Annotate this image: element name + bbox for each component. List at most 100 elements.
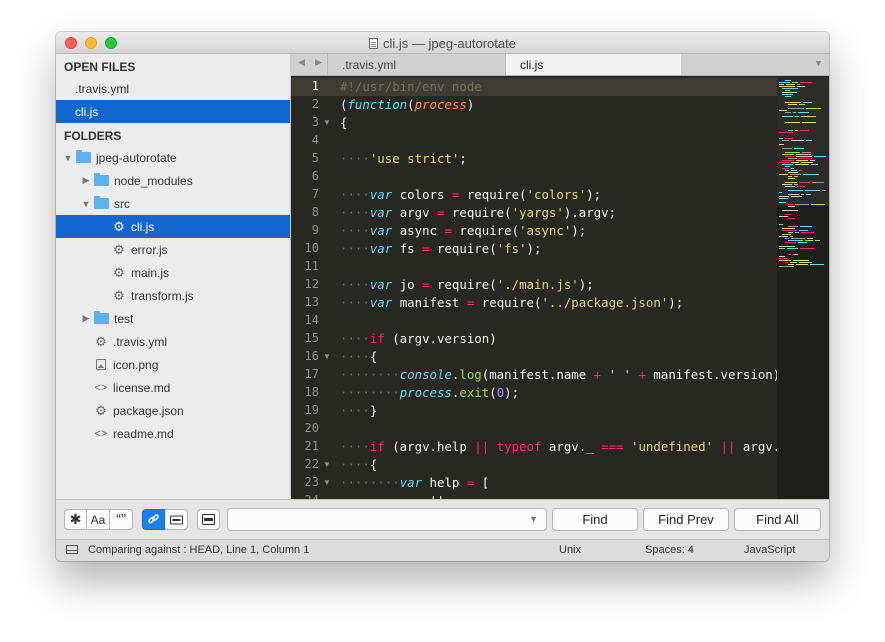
disclosure-expanded-icon[interactable]: ▼ [63, 153, 73, 163]
open-file-travis-yml[interactable]: .travis.yml [56, 77, 290, 100]
line-endings-indicator[interactable]: Unix [559, 544, 581, 556]
minimap-stroke [795, 204, 809, 205]
minimap-stroke [779, 196, 789, 197]
code-token-plain: manifest.version); [645, 367, 777, 382]
window-title: cli.js — jpeg-autorotate [369, 32, 516, 54]
fold-arrow-icon[interactable]: ▼ [323, 118, 331, 127]
find-all-button[interactable]: Find All [734, 508, 821, 531]
highlight-matches-toggle[interactable] [197, 509, 220, 530]
minimap-stroke [788, 130, 793, 131]
minimap[interactable] [777, 76, 829, 499]
find-prev-button[interactable]: Find Prev [643, 508, 729, 531]
line-number: 18 [304, 385, 319, 399]
code-area[interactable]: #!/usr/bin/env node (function(process){··… [340, 76, 777, 499]
code-line: ····if (argv.version) [340, 330, 497, 348]
minimap-stroke [788, 178, 795, 179]
minimap-stroke [788, 206, 795, 207]
disclosure-collapsed-icon[interactable]: ▶ [81, 313, 91, 324]
minimap-stroke [788, 204, 793, 205]
code-token-plain: (manifest.name [481, 367, 594, 382]
line-number: 8 [311, 205, 319, 219]
code-token-storage: var [369, 187, 393, 202]
minimap-stroke [798, 242, 807, 243]
indentation-indicator[interactable]: Spaces: 4 [645, 544, 694, 556]
code-line: ········process.exit(0); [340, 384, 519, 402]
tree-file-travis-yml[interactable]: ⚙ .travis.yml [56, 330, 290, 353]
tree-file-cli-js[interactable]: ⚙ cli.js [56, 215, 290, 238]
tree-file-icon-png[interactable]: icon.png [56, 353, 290, 376]
code-token-guide: ···· [340, 439, 370, 454]
tree-file-transform-js[interactable]: ⚙ transform.js [56, 284, 290, 307]
tree-file-error-js[interactable]: ⚙ error.js [56, 238, 290, 261]
code-token-plain: { [369, 349, 378, 364]
code-token-plain: argv._ [541, 439, 602, 454]
open-file-cli-js[interactable]: cli.js [56, 100, 290, 123]
tree-folder-test[interactable]: ▶ test [56, 307, 290, 330]
line-number: 14 [304, 313, 319, 327]
minimap-stroke [796, 154, 811, 155]
minimap-stroke [799, 230, 808, 231]
syntax-indicator[interactable]: JavaScript [744, 544, 795, 556]
minimap-stroke [788, 240, 803, 241]
find-input[interactable]: ▼ [227, 508, 547, 531]
minimap-stroke [796, 264, 808, 265]
code-token-keyword: = [422, 241, 430, 256]
panel-toggle-icon[interactable] [66, 545, 78, 554]
fold-arrow-icon[interactable]: ▼ [323, 352, 331, 361]
tree-folder-jpeg-autorotate[interactable]: ▼ jpeg-autorotate [56, 146, 290, 169]
minimap-stroke [807, 238, 813, 239]
tab-forward-icon[interactable]: ▶ [315, 57, 322, 68]
tree-item-label: main.js [131, 265, 170, 280]
code-token-string: 'fs' [496, 241, 527, 256]
in-selection-toggle[interactable] [165, 509, 188, 530]
code-token-guide: ···· [340, 205, 370, 220]
minimap-stroke [782, 154, 794, 155]
minimap-stroke [800, 82, 812, 83]
tree-file-main-js[interactable]: ⚙ main.js [56, 261, 290, 284]
wrap-toggle[interactable] [142, 509, 165, 530]
tree-item-label: .travis.yml [113, 334, 167, 349]
tree-file-package-json[interactable]: ⚙ package.json [56, 399, 290, 422]
code-token-storage: var [369, 295, 393, 310]
regex-toggle[interactable]: ✱ [64, 509, 87, 530]
tree-folder-src[interactable]: ▼ src [56, 192, 290, 215]
minimap-stroke [779, 236, 788, 237]
case-sensitive-toggle[interactable]: Aa [87, 509, 110, 530]
tree-file-license-md[interactable]: <> license.md [56, 376, 290, 399]
disclosure-collapsed-icon[interactable]: ▶ [81, 175, 91, 186]
find-button[interactable]: Find [552, 508, 638, 531]
minimap-stroke [791, 168, 794, 169]
whole-word-toggle[interactable]: “” [110, 509, 133, 530]
minimap-stroke [810, 160, 815, 161]
minimap-stroke [782, 116, 793, 117]
tree-folder-node-modules[interactable]: ▶ node_modules [56, 169, 290, 192]
tab-list-dropdown-icon[interactable]: ▼ [814, 58, 823, 68]
code-token-comment: #!/usr/bin/env node [340, 79, 482, 94]
disclosure-expanded-icon[interactable]: ▼ [81, 199, 91, 209]
minimap-stroke [799, 158, 812, 159]
line-number: 3 [311, 115, 319, 129]
code-editor[interactable]: 1 2 3 ▼ 4 5 6 7 8 9 10 11 12 13 14 15 16 ▼ 17 18 19 20 21 22 ▼ 23… [291, 76, 829, 499]
minimap-stroke [788, 264, 794, 265]
line-number: 21 [304, 439, 319, 453]
minimap-stroke [785, 170, 789, 171]
code-token-string: 'use strict' [369, 151, 460, 166]
zoom-window-button[interactable] [105, 37, 117, 49]
tab-travis-yml[interactable]: .travis.yml [327, 54, 505, 75]
tree-file-readme-md[interactable]: <> readme.md [56, 422, 290, 445]
code-line: ····} [340, 402, 377, 420]
tree-item-label: readme.md [113, 426, 174, 441]
minimap-stroke [805, 190, 820, 191]
gear-icon: ⚙ [113, 287, 125, 303]
tab-cli-js[interactable]: cli.js [505, 54, 681, 75]
close-window-button[interactable] [65, 37, 77, 49]
code-token-function: log [459, 367, 482, 382]
minimize-window-button[interactable] [85, 37, 97, 49]
minimap-stroke [779, 246, 795, 247]
find-history-dropdown-icon[interactable]: ▼ [529, 514, 538, 524]
fold-arrow-icon[interactable]: ▼ [323, 478, 331, 487]
tab-back-icon[interactable]: ◀ [298, 57, 305, 68]
gear-icon: ⚙ [113, 241, 125, 257]
fold-arrow-icon[interactable]: ▼ [323, 460, 331, 469]
code-token-plain: require( [474, 295, 542, 310]
